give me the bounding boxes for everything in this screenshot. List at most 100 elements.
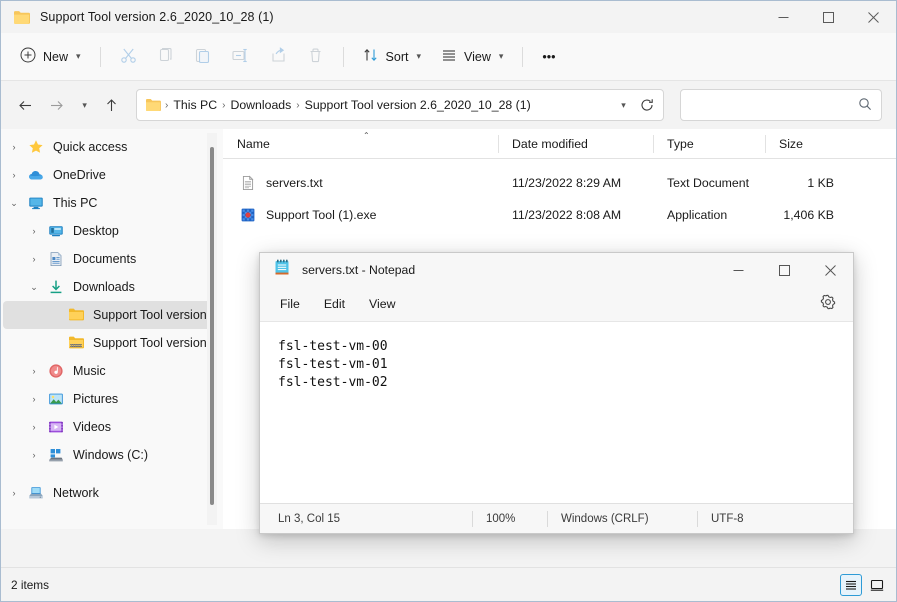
cursor-position: Ln 3, Col 15	[278, 512, 341, 525]
sidebar-item-music[interactable]: › Music	[3, 357, 217, 385]
column-header-size[interactable]: Size	[765, 129, 848, 159]
sidebar-item-downloads[interactable]: ⌄ Downloads	[3, 273, 217, 301]
chevron-down-icon[interactable]: ⌄	[23, 282, 45, 293]
forward-button[interactable]	[42, 90, 71, 120]
new-button-label: New	[43, 49, 69, 64]
more-options-button[interactable]: •••	[533, 41, 564, 73]
settings-button[interactable]	[815, 292, 841, 316]
notepad-maximize-button[interactable]	[761, 253, 807, 287]
sidebar-item-pictures[interactable]: › Pictures	[3, 385, 217, 413]
sidebar-item-documents[interactable]: › Documents	[3, 245, 217, 273]
address-bar[interactable]: › This PC › Downloads › Support Tool ver…	[136, 89, 665, 121]
chevron-right-icon[interactable]: ›	[3, 170, 25, 180]
chevron-right-icon[interactable]: ›	[3, 142, 25, 152]
sidebar-item-videos[interactable]: › Videos	[3, 413, 217, 441]
copy-icon	[157, 47, 174, 67]
chevron-right-icon[interactable]: ›	[23, 450, 45, 460]
close-button[interactable]	[851, 1, 896, 33]
menu-view[interactable]: View	[357, 293, 407, 315]
star-icon	[25, 139, 47, 155]
navigation-scrollbar-thumb[interactable]	[210, 147, 214, 505]
file-size-cell: 1 KB	[807, 176, 834, 190]
delete-button[interactable]	[298, 41, 333, 73]
table-row[interactable]: Support Tool (1).exe 11/23/2022 8:08 AM Ap…	[223, 199, 896, 231]
file-rows: servers.txt 11/23/2022 8:29 AM Text Docume…	[223, 159, 896, 231]
notepad-close-button[interactable]	[807, 253, 853, 287]
copy-button[interactable]	[148, 41, 183, 73]
chevron-right-icon[interactable]: ›	[23, 366, 45, 376]
refresh-button[interactable]	[635, 92, 659, 118]
table-row[interactable]: servers.txt 11/23/2022 8:29 AM Text Docume…	[223, 167, 896, 199]
cut-button[interactable]	[111, 41, 146, 73]
large-icons-view-button[interactable]	[866, 574, 888, 596]
gear-icon	[820, 294, 836, 315]
sidebar-item-network[interactable]: › Network	[3, 479, 217, 507]
chevron-down-icon[interactable]: ⌄	[3, 198, 25, 209]
column-header-date[interactable]: Date modified	[498, 129, 653, 159]
paste-button[interactable]	[185, 41, 220, 73]
up-button[interactable]	[97, 90, 126, 120]
sort-button-label: Sort	[385, 49, 409, 64]
view-lines-icon	[441, 47, 457, 66]
chevron-down-icon: ▾	[498, 51, 504, 61]
notepad-icon	[274, 259, 290, 281]
sidebar-item-label: OneDrive	[53, 168, 106, 182]
chevron-right-icon[interactable]: ›	[23, 394, 45, 404]
sidebar-item-support-tool-version-2-6-202[interactable]: Support Tool version 2.6_202	[3, 301, 217, 329]
chevron-right-icon[interactable]: ›	[23, 226, 45, 236]
menu-edit[interactable]: Edit	[312, 293, 357, 315]
minimize-button[interactable]	[761, 1, 806, 33]
navigation-pane: › Quick access › OneDrive ⌄ This PC › Desktop › D…	[1, 129, 223, 529]
sidebar-item-desktop[interactable]: › Desktop	[3, 217, 217, 245]
sort-button[interactable]: Sort ▾	[354, 41, 430, 73]
search-box[interactable]	[680, 89, 883, 121]
sidebar-item-support-tool-version-2-6-202[interactable]: Support Tool version 2.6_202	[3, 329, 217, 357]
column-header-name[interactable]: Name ⌃	[223, 129, 498, 159]
sidebar-item-windows-c[interactable]: › Windows (C:)	[3, 441, 217, 469]
zoom-level[interactable]: 100%	[472, 504, 547, 534]
address-dropdown-button[interactable]: ▾	[611, 92, 635, 118]
toolbar-divider-2	[342, 46, 344, 67]
sidebar-item-label: Music	[73, 364, 106, 378]
share-button[interactable]	[261, 41, 296, 73]
desktop-icon	[45, 223, 67, 239]
line-endings[interactable]: Windows (CRLF)	[547, 504, 697, 534]
navigation-scrollbar[interactable]	[207, 133, 217, 525]
new-button[interactable]: New ▾	[11, 41, 90, 73]
details-view-button[interactable]	[840, 573, 862, 596]
chevron-right-icon[interactable]: ›	[23, 422, 45, 432]
sidebar-item-label: Support Tool version 2.6_202	[93, 336, 213, 350]
column-header-type[interactable]: Type	[653, 129, 765, 159]
breadcrumb-this-pc[interactable]: This PC	[170, 98, 220, 112]
download-icon	[45, 279, 67, 295]
notepad-statusbar: Ln 3, Col 15 100% Windows (CRLF) UTF-8	[260, 503, 853, 533]
breadcrumb-separator: ›	[296, 99, 300, 111]
sidebar-item-this-pc[interactable]: ⌄ This PC	[3, 189, 217, 217]
sidebar-item-quick-access[interactable]: › Quick access	[3, 133, 217, 161]
cloud-icon	[25, 167, 47, 183]
file-size-cell: 1,406 KB	[783, 208, 834, 222]
view-button[interactable]: View ▾	[432, 41, 512, 73]
text-file-icon	[237, 175, 259, 191]
menu-file[interactable]: File	[268, 293, 312, 315]
notepad-text-area[interactable]: fsl-test-vm-00 fsl-test-vm-01 fsl-test-v…	[260, 321, 853, 503]
sidebar-item-onedrive[interactable]: › OneDrive	[3, 161, 217, 189]
breadcrumb-current-folder[interactable]: Support Tool version 2.6_2020_10_28 (1)	[302, 98, 534, 112]
address-folder-icon	[144, 98, 163, 112]
rename-button[interactable]	[222, 41, 259, 73]
search-input[interactable]	[690, 97, 859, 113]
recent-locations-button[interactable]: ▾	[73, 90, 94, 120]
notepad-window[interactable]: servers.txt - Notepad File Edit View fsl…	[259, 252, 854, 534]
encoding[interactable]: UTF-8	[697, 504, 758, 534]
chevron-right-icon[interactable]: ›	[23, 254, 45, 264]
column-header-name-label: Name	[237, 136, 270, 151]
back-button[interactable]	[11, 90, 40, 120]
notepad-minimize-button[interactable]	[715, 253, 761, 287]
breadcrumb-downloads[interactable]: Downloads	[227, 98, 294, 112]
sidebar-item-label: Downloads	[73, 280, 135, 294]
chevron-right-icon[interactable]: ›	[3, 488, 25, 498]
folder-icon	[13, 10, 30, 25]
maximize-button[interactable]	[806, 1, 851, 33]
item-count: 2 items	[11, 577, 50, 592]
column-header-size-label: Size	[779, 136, 803, 151]
